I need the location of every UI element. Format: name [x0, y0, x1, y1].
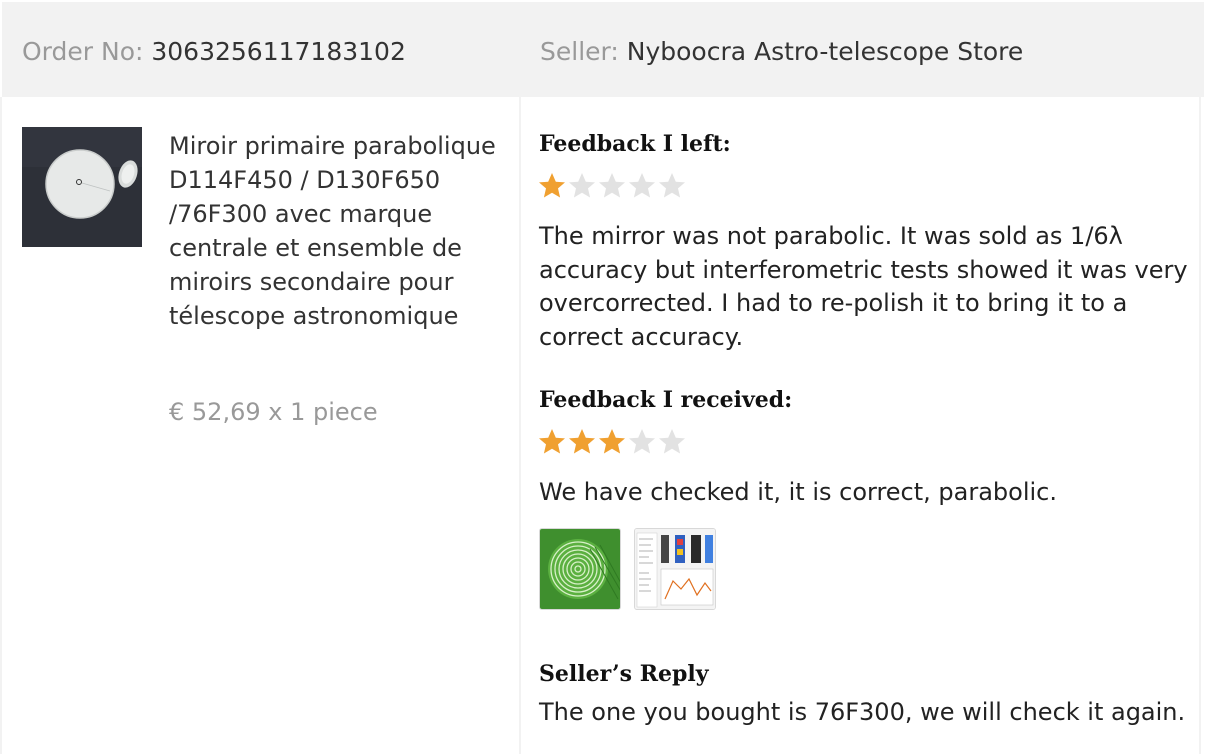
attachment-thumbnail-2[interactable]: [634, 528, 716, 610]
feedback-left-star-empty-icon: [627, 171, 657, 201]
seller-reply-text: The one you bought is 76F300, we will ch…: [539, 698, 1186, 726]
feedback-received-star-filled-icon: [597, 427, 627, 457]
order-number-label: Order No:: [22, 37, 144, 66]
product-thumbnail[interactable]: [22, 127, 142, 247]
feedback-left-star-empty-icon: [597, 171, 627, 201]
order-header: Order No: 3063256117183102 Seller: Nyboo…: [2, 2, 1204, 97]
interferogram-photo-icon: [540, 529, 620, 609]
feedback-left-star-filled-icon: [537, 171, 567, 201]
seller-reply-title: Seller’s Reply: [539, 661, 709, 687]
feedback-left-star-empty-icon: [657, 171, 687, 201]
order-number-value[interactable]: 3063256117183102: [151, 37, 406, 66]
feedback-received-star-filled-icon: [537, 427, 567, 457]
feedback-received-rating: [537, 427, 687, 459]
feedback-received-star-empty-icon: [627, 427, 657, 457]
feedback-received-star-empty-icon: [657, 427, 687, 457]
column-divider: [519, 97, 521, 754]
right-border: [1199, 97, 1201, 754]
feedback-received-star-filled-icon: [567, 427, 597, 457]
feedback-left-rating: [537, 171, 687, 203]
analysis-screenshot-icon: [635, 529, 715, 609]
feedback-left-title: Feedback I left:: [539, 131, 731, 157]
seller-name-link[interactable]: Nyboocra Astro-telescope Store: [627, 37, 1024, 66]
feedback-left-text: The mirror was not parabolic. It was sol…: [539, 222, 1188, 351]
attachment-thumbnail-1[interactable]: [539, 528, 621, 610]
seller-info: Seller: Nyboocra Astro-telescope Store: [540, 36, 1023, 68]
feedback-left-star-empty-icon: [567, 171, 597, 201]
product-title-link[interactable]: Miroir primaire parabolique D114F450 / D…: [169, 129, 499, 333]
mirror-photo-icon: [22, 127, 142, 247]
seller-label: Seller:: [540, 37, 619, 66]
left-border: [0, 97, 2, 754]
product-price: € 52,69 x 1 piece: [169, 398, 378, 426]
feedback-received-text: We have checked it, it is correct, parab…: [539, 478, 1058, 506]
order-number: Order No: 3063256117183102: [22, 36, 406, 68]
feedback-received-title: Feedback I received:: [539, 387, 793, 413]
